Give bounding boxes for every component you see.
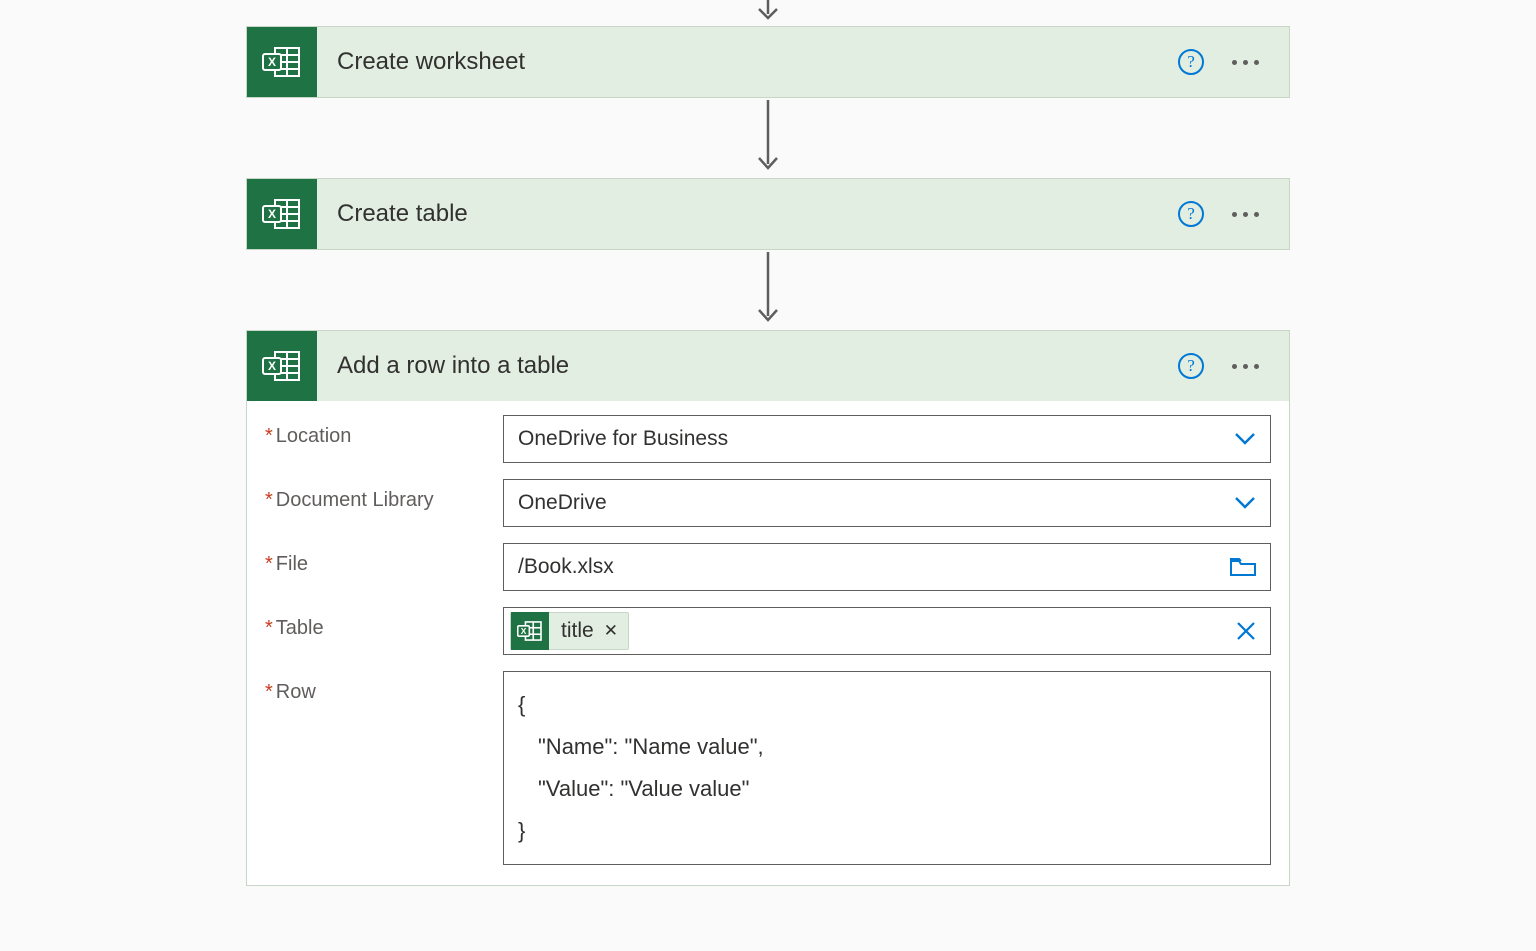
excel-icon: X <box>247 179 317 249</box>
field-table: *Table <box>265 607 1271 655</box>
field-label: *File <box>265 543 503 576</box>
step-create-worksheet[interactable]: X Create worksheet ? <box>246 26 1290 98</box>
more-icon[interactable] <box>1230 360 1261 373</box>
json-line: "Name": "Name value", <box>518 726 1256 768</box>
field-label: *Table <box>265 607 503 640</box>
row-json-input[interactable]: { "Name": "Name value", "Value": "Value … <box>503 671 1271 865</box>
field-label: *Document Library <box>265 479 503 512</box>
token-label: title <box>549 619 604 643</box>
help-icon[interactable]: ? <box>1178 353 1204 379</box>
json-line: { <box>518 684 1256 726</box>
folder-icon[interactable] <box>1220 557 1256 577</box>
svg-text:X: X <box>521 626 527 636</box>
json-line: } <box>518 810 1256 852</box>
step-add-row: X Add a row into a table ? *Location <box>246 330 1290 886</box>
file-picker[interactable]: /Book.xlsx <box>503 543 1271 591</box>
step-title: Create worksheet <box>317 48 1178 76</box>
more-icon[interactable] <box>1230 208 1261 221</box>
file-value: /Book.xlsx <box>518 555 1220 579</box>
field-label: *Row <box>265 671 503 704</box>
token-remove-icon[interactable]: ✕ <box>604 621 618 641</box>
connector-arrow <box>755 98 781 178</box>
step-create-table[interactable]: X Create table ? <box>246 178 1290 250</box>
chevron-down-icon <box>1224 432 1256 446</box>
chevron-down-icon <box>1224 496 1256 510</box>
connector-arrow <box>755 250 781 330</box>
help-icon[interactable]: ? <box>1178 201 1204 227</box>
field-document-library: *Document Library OneDrive <box>265 479 1271 527</box>
document-library-dropdown[interactable]: OneDrive <box>503 479 1271 527</box>
dynamic-content-token[interactable]: X title ✕ <box>510 612 629 650</box>
svg-text:X: X <box>268 55 276 69</box>
more-icon[interactable] <box>1230 56 1261 69</box>
step-title: Add a row into a table <box>317 352 1178 380</box>
location-value: OneDrive for Business <box>518 427 1224 451</box>
svg-text:X: X <box>268 207 276 221</box>
excel-icon: X <box>247 331 317 401</box>
excel-icon: X <box>247 27 317 97</box>
field-label: *Location <box>265 415 503 448</box>
field-row: *Row { "Name": "Name value", "Value": "V… <box>265 671 1271 865</box>
table-input[interactable]: X title ✕ <box>503 607 1271 655</box>
step-title: Create table <box>317 200 1178 228</box>
location-dropdown[interactable]: OneDrive for Business <box>503 415 1271 463</box>
document-library-value: OneDrive <box>518 491 1224 515</box>
step-add-row-header[interactable]: X Add a row into a table ? <box>247 331 1289 401</box>
excel-icon: X <box>511 612 549 650</box>
connector-arrow <box>755 0 781 26</box>
field-file: *File /Book.xlsx <box>265 543 1271 591</box>
help-icon[interactable]: ? <box>1178 49 1204 75</box>
json-line: "Value": "Value value" <box>518 768 1256 810</box>
svg-text:X: X <box>268 359 276 373</box>
clear-icon[interactable] <box>1226 621 1256 641</box>
field-location: *Location OneDrive for Business <box>265 415 1271 463</box>
